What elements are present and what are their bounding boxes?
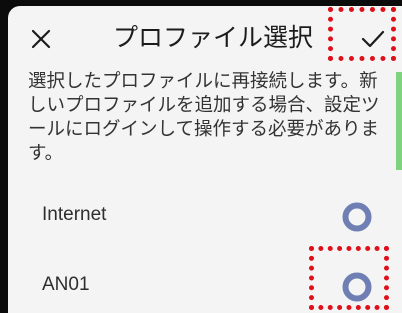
profile-row-internet[interactable]: Internet bbox=[8, 188, 394, 244]
close-icon[interactable] bbox=[28, 26, 54, 52]
profile-label: Internet bbox=[42, 204, 107, 225]
page-title: プロファイル選択 bbox=[112, 23, 313, 52]
device-frame: プロファイル選択 選択したプロファイルに再接続します。新しいプロファイルを追加す… bbox=[0, 0, 402, 313]
radio-button-icon[interactable] bbox=[341, 201, 373, 233]
profile-label: AN01 bbox=[42, 274, 90, 295]
radio-highlight-annotation bbox=[309, 246, 389, 310]
confirm-highlight-annotation bbox=[328, 7, 396, 61]
description-text: 選択したプロファイルに再接続します。新しいプロファイルを追加する場合、設定ツール… bbox=[28, 71, 380, 164]
edge-indicator bbox=[396, 72, 402, 170]
